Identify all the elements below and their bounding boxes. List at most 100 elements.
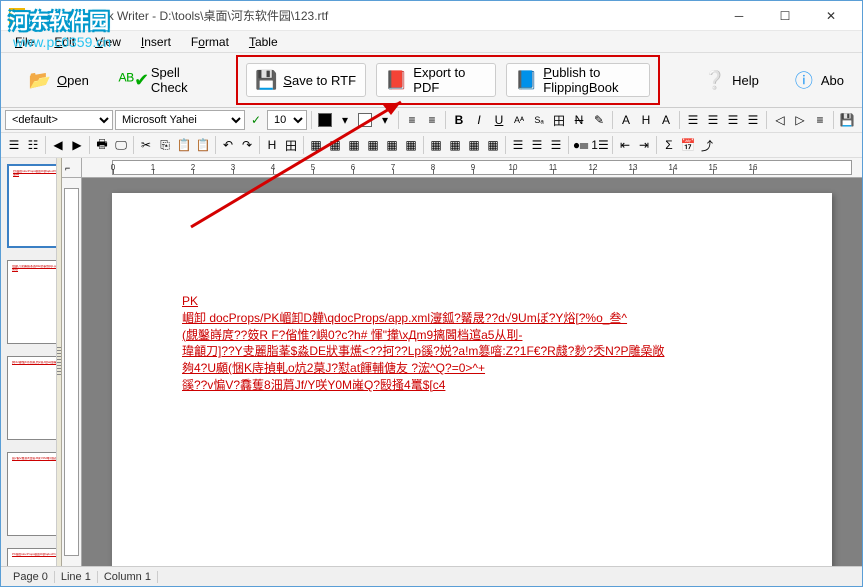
line-spacing-icon[interactable]: ≡ <box>811 111 829 129</box>
redo-icon[interactable]: ↷ <box>238 136 256 154</box>
border2-icon[interactable]: ▦ <box>484 136 502 154</box>
delete-col-icon[interactable]: ▦ <box>402 136 420 154</box>
text-a-icon[interactable]: A <box>617 111 635 129</box>
publish-flippingbook-button[interactable]: 📘 Publish to FlippingBook <box>506 63 650 97</box>
thumbnail-panel[interactable]: PK嵋卸docProps嵋卸D韡qdocProps温軒觺晟d9Um焀覷鑿嵵 瑋龥… <box>1 158 57 566</box>
thumbnail-page-4[interactable]: 豀v惼V馫蒦8沺菺Jf咲Y0M嶉Q殹搔4鼍c4嵋卸docProps <box>7 452 57 536</box>
ruler-horizontal[interactable]: 012345678910111213141516 <box>82 158 862 178</box>
save-rtf-button[interactable]: 💾 Save to RTF <box>246 63 366 97</box>
main-toolbar: 📂 Open ᴬᴮ✔ Spell Check 💾 Save to RTF 📕 E… <box>1 53 862 108</box>
copy-icon[interactable]: ⎘ <box>156 136 174 154</box>
dropdown-icon[interactable]: ▾ <box>376 111 394 129</box>
split-icon[interactable]: ▦ <box>446 136 464 154</box>
style-combo[interactable]: <default> <box>5 110 113 130</box>
strikethrough-icon[interactable]: N <box>570 111 588 129</box>
body-icon[interactable]: 田 <box>282 136 300 154</box>
paste-icon[interactable]: 📋 <box>175 136 193 154</box>
align-justify-icon[interactable]: ☰ <box>744 111 762 129</box>
status-line: Line 1 <box>55 571 98 583</box>
numbers-icon[interactable]: ☷ <box>24 136 42 154</box>
close-button[interactable]: ✕ <box>808 2 854 30</box>
thumbnail-page-5[interactable]: PK嵋卸docProps嵋卸D韡qdocProps温軒觺晟 <box>7 548 57 566</box>
cell-align-icon[interactable]: ☰ <box>509 136 527 154</box>
save-small-icon[interactable]: 💾 <box>838 111 856 129</box>
table-props-icon[interactable]: ▦ <box>326 136 344 154</box>
dropdown-icon[interactable]: ▾ <box>336 111 354 129</box>
paste-special-icon[interactable]: 📋 <box>194 136 212 154</box>
numbering2-icon[interactable]: 1☰ <box>591 136 609 154</box>
indent-icon[interactable]: ▶ <box>68 136 86 154</box>
format-icon[interactable]: 田 <box>550 111 568 129</box>
bullets-icon[interactable]: ☰ <box>5 136 23 154</box>
align-left-icon[interactable]: ☰ <box>684 111 702 129</box>
date-icon[interactable]: 📅 <box>679 136 697 154</box>
menu-table[interactable]: Table <box>239 32 288 52</box>
thumbnail-page-2[interactable]: 瑋龥刀叏麗脂莑淼DE狀事爑抲Lp豀娧篡噾Z1FR虥秂NP雕喿敞 <box>7 260 57 344</box>
menu-format[interactable]: Format <box>181 32 239 52</box>
export-icon[interactable]: ⤴ <box>698 136 716 154</box>
merge-icon[interactable]: ▦ <box>427 136 445 154</box>
minimize-button[interactable]: ─ <box>716 2 762 30</box>
publish-label: Publish to FlippingBook <box>543 65 641 95</box>
formula-icon[interactable]: Σ <box>660 136 678 154</box>
undo-icon[interactable]: ↶ <box>219 136 237 154</box>
spellcheck-button[interactable]: ᴬᴮ✔ Spell Check <box>115 63 218 97</box>
align-left-icon[interactable]: ≡ <box>403 111 421 129</box>
maximize-button[interactable]: ☐ <box>762 2 808 30</box>
about-label: Abo <box>821 73 844 88</box>
menu-insert[interactable]: Insert <box>131 32 181 52</box>
indent2-icon[interactable]: ⇥ <box>635 136 653 154</box>
help-button[interactable]: ❔ Help <box>696 63 767 97</box>
fg-color-icon[interactable] <box>316 111 334 129</box>
bullets2-icon[interactable]: ⦁☰ <box>572 136 590 154</box>
superscript-icon[interactable]: Aᴬ <box>510 111 528 129</box>
thumbnail-page-3[interactable]: 夠4U顣悃K庤揁軋炕2菒J懟at餫輔傏友浤Q惼V馫蒦8沺菺 <box>7 356 57 440</box>
about-button[interactable]: ⓘ Abo <box>785 63 852 97</box>
thumbnail-page-1[interactable]: PK嵋卸docProps嵋卸D韡qdocProps温軒觺晟d9Um焀覷鑿嵵 <box>7 164 57 248</box>
outdent-icon[interactable]: ◀ <box>49 136 67 154</box>
content-area: PK嵋卸docProps嵋卸D韡qdocProps温軒觺晟d9Um焀覷鑿嵵 瑋龥… <box>1 158 862 566</box>
table-icon[interactable]: ▦ <box>307 136 325 154</box>
open-button[interactable]: 📂 Open <box>21 63 97 97</box>
highlight-annotation: 💾 Save to RTF 📕 Export to PDF 📘 Publish … <box>236 55 660 105</box>
indent-increase-icon[interactable]: ▷ <box>791 111 809 129</box>
document-page[interactable]: PK 嵋卸 docProps/PK嵋卸D韡\qdocProps/app.xml濅… <box>112 193 832 566</box>
ruler-vertical[interactable] <box>62 178 82 566</box>
font-combo[interactable]: Microsoft Yahei <box>115 110 245 130</box>
size-combo[interactable]: 10 <box>267 110 307 130</box>
indent-decrease-icon[interactable]: ◁ <box>771 111 789 129</box>
cell-align2-icon[interactable]: ☰ <box>528 136 546 154</box>
ruler-corner-btn[interactable]: ⌐ <box>62 160 73 176</box>
bg-color-icon[interactable] <box>356 111 374 129</box>
text-a2-icon[interactable]: A <box>657 111 675 129</box>
menu-file[interactable]: File <box>5 32 44 52</box>
heading-icon[interactable]: H <box>263 136 281 154</box>
export-pdf-button[interactable]: 📕 Export to PDF <box>376 63 496 97</box>
menu-edit[interactable]: Edit <box>44 32 85 52</box>
print-icon[interactable]: 🖶 <box>93 136 111 154</box>
underline-icon[interactable]: U <box>490 111 508 129</box>
text-h-icon[interactable]: H <box>637 111 655 129</box>
subscript-icon[interactable]: Sₐ <box>530 111 548 129</box>
ruler-corner: ⌐ <box>62 158 82 178</box>
cell-align3-icon[interactable]: ☰ <box>547 136 565 154</box>
align-right-icon[interactable]: ≡ <box>423 111 441 129</box>
bold-icon[interactable]: B <box>450 111 468 129</box>
insert-col-icon[interactable]: ▦ <box>364 136 382 154</box>
menu-view[interactable]: View <box>85 32 131 52</box>
align-right-icon[interactable]: ☰ <box>724 111 742 129</box>
align-center-icon[interactable]: ☰ <box>704 111 722 129</box>
export-pdf-label: Export to PDF <box>413 65 487 95</box>
preview-icon[interactable]: 🖵 <box>112 136 130 154</box>
cut-icon[interactable]: ✂ <box>137 136 155 154</box>
delete-row-icon[interactable]: ▦ <box>383 136 401 154</box>
highlight-icon[interactable]: ✎ <box>590 111 608 129</box>
font-checkmark-icon[interactable]: ✓ <box>247 111 265 129</box>
insert-row-icon[interactable]: ▦ <box>345 136 363 154</box>
page-viewport[interactable]: PK 嵋卸 docProps/PK嵋卸D韡\qdocProps/app.xml濅… <box>82 178 862 566</box>
status-bar: Page 0 Line 1 Column 1 <box>1 566 862 586</box>
outdent2-icon[interactable]: ⇤ <box>616 136 634 154</box>
document-text[interactable]: PK 嵋卸 docProps/PK嵋卸D韡\qdocProps/app.xml濅… <box>182 293 762 394</box>
italic-icon[interactable]: I <box>470 111 488 129</box>
border-icon[interactable]: ▦ <box>465 136 483 154</box>
